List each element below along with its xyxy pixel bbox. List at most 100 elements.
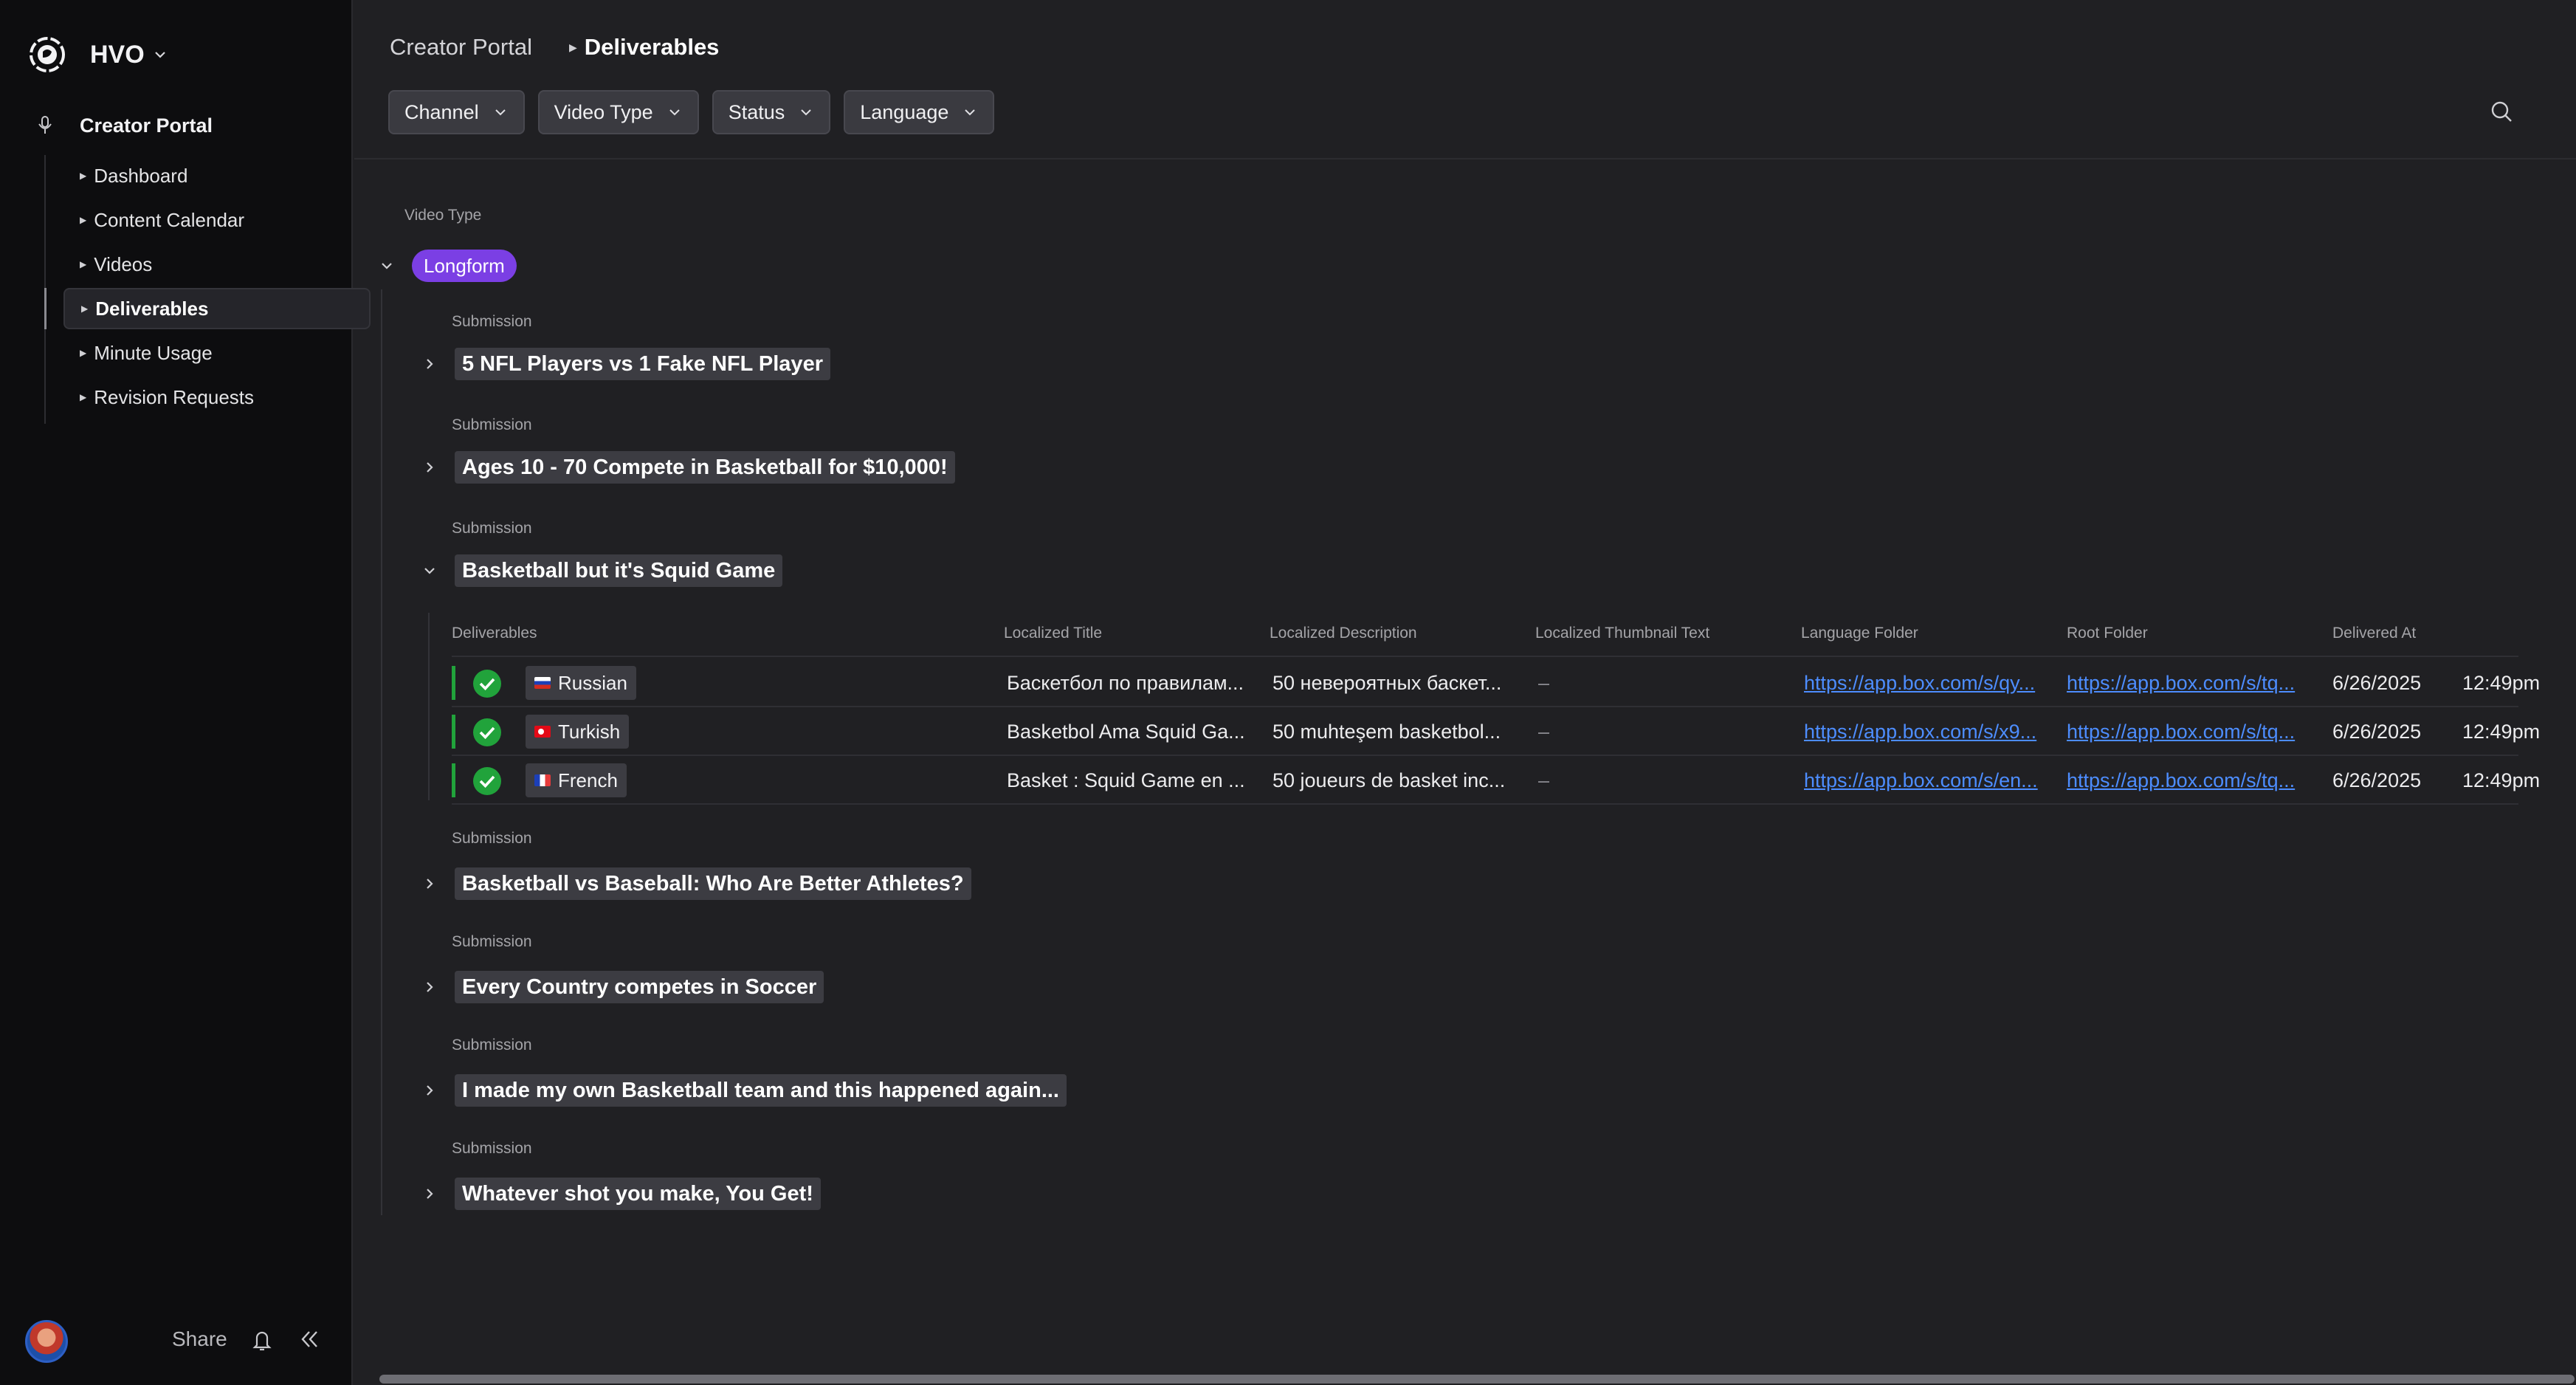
delivered-date: 6/26/2025: [2332, 721, 2422, 743]
sidebar-item-deliverables[interactable]: ▶ Deliverables: [63, 288, 371, 329]
chevron-down-icon: [669, 109, 680, 116]
localized-description: 50 joueurs de basket inc...: [1272, 769, 1506, 791]
sidebar-item-videos[interactable]: ▶ Videos: [63, 244, 371, 285]
filter-status[interactable]: Status: [712, 90, 831, 134]
submission-expand-toggle[interactable]: [415, 453, 444, 482]
root-folder-link[interactable]: https://app.box.com/s/tq...: [2067, 672, 2303, 695]
workspace-name: HVO: [90, 40, 145, 69]
check-circle-icon: [473, 767, 501, 795]
chevron-right-icon: [427, 1085, 433, 1096]
submission-expand-toggle[interactable]: [415, 972, 444, 1002]
column-header-localized-thumbnail-text: Localized Thumbnail Text: [1535, 625, 1710, 642]
chevron-down-icon: [801, 109, 811, 116]
delivered-date: 6/26/2025: [2332, 769, 2422, 791]
localized-thumbnail-text: –: [1538, 721, 1550, 743]
breadcrumb-current: Deliverables: [584, 34, 720, 60]
submission-title[interactable]: Whatever shot you make, You Get!: [455, 1178, 821, 1210]
submission-title[interactable]: Basketball but it's Squid Game: [455, 554, 783, 587]
submission-expand-toggle[interactable]: [415, 1179, 444, 1209]
status-stripe: [452, 666, 455, 700]
sidebar-item-label: Videos: [94, 252, 153, 275]
video-type-badge[interactable]: Longform: [412, 250, 517, 282]
nav-active-indicator: [44, 288, 47, 329]
search-icon[interactable]: [2489, 99, 2515, 126]
column-header-delivered-at: Delivered At: [2332, 625, 2417, 642]
localized-description: 50 muhteşem basketbol...: [1272, 721, 1501, 743]
app: HVO Creator Portal ▶ Dashboard ▶ Content: [0, 0, 2576, 1385]
submission-expand-toggle[interactable]: [415, 349, 444, 379]
root-folder-link[interactable]: https://app.box.com/s/tq...: [2067, 721, 2303, 743]
submission-row: Whatever shot you make, You Get!: [415, 1175, 821, 1212]
column-header-localized-title: Localized Title: [1004, 625, 1103, 642]
sidebar-item-minute-usage[interactable]: ▶ Minute Usage: [63, 332, 371, 374]
triangle-right-icon: ▶: [80, 171, 87, 181]
submission-title[interactable]: Basketball vs Baseball: Who Are Better A…: [455, 867, 971, 900]
submission-collapse-toggle[interactable]: [415, 556, 444, 585]
chevron-down-icon: [495, 109, 506, 116]
chevron-down-icon: [154, 52, 165, 58]
share-button[interactable]: Share: [172, 1327, 227, 1351]
avatar[interactable]: [25, 1320, 68, 1363]
filter-label: Language: [860, 100, 949, 123]
chevron-right-icon: [427, 982, 433, 992]
workspace-switcher[interactable]: HVO: [27, 32, 168, 77]
column-header-language-folder: Language Folder: [1801, 625, 1918, 642]
workspace-logo-icon: [30, 37, 65, 72]
status-stripe: [452, 763, 455, 797]
sidebar-item-revision-requests[interactable]: ▶ Revision Requests: [63, 377, 371, 418]
breadcrumb: Creator Portal ▶ Deliverables: [390, 34, 719, 61]
sidebar-item-dashboard[interactable]: ▶ Dashboard: [63, 155, 371, 196]
sidebar-footer: Share: [0, 1314, 353, 1366]
triangle-right-icon: ▶: [80, 348, 87, 358]
submission-row: Every Country competes in Soccer: [415, 969, 824, 1006]
turkey-flag-icon: [534, 726, 551, 738]
delivered-time: 12:49pm: [2462, 721, 2541, 743]
bell-icon[interactable]: [251, 1327, 273, 1353]
table-row[interactable]: Turkish Basketbol Ama Squid Ga... 50 muh…: [452, 707, 2540, 756]
chevron-down-icon: [382, 263, 392, 269]
filter-language[interactable]: Language: [844, 90, 995, 134]
submission-row: Basketball but it's Squid Game: [415, 552, 783, 589]
sidebar-item-label: Content Calendar: [94, 208, 245, 231]
collapse-sidebar-icon[interactable]: [297, 1327, 321, 1351]
language-tag: French: [526, 763, 627, 797]
table-row[interactable]: Russian Баскетбол по правилам... 50 неве…: [452, 659, 2540, 707]
submission-title[interactable]: Every Country competes in Soccer: [455, 971, 824, 1003]
table-row[interactable]: French Basket : Squid Game en ... 50 jou…: [452, 756, 2540, 805]
group-header-label: Video Type: [404, 207, 482, 224]
france-flag-icon: [534, 774, 551, 786]
delivered-date: 6/26/2025: [2332, 672, 2422, 694]
submission-expand-toggle[interactable]: [415, 869, 444, 898]
language-folder-link[interactable]: https://app.box.com/s/en...: [1804, 769, 2045, 792]
column-header-localized-description: Localized Description: [1270, 625, 1417, 642]
language-folder-link[interactable]: https://app.box.com/s/x9...: [1804, 721, 2045, 743]
sidebar-item-label: Minute Usage: [94, 341, 213, 364]
sidebar-item-content-calendar[interactable]: ▶ Content Calendar: [63, 199, 371, 241]
submission-row: Ages 10 - 70 Compete in Basketball for $…: [415, 449, 955, 486]
sidebar-section-creator-portal[interactable]: Creator Portal: [35, 111, 213, 140]
filter-video-type[interactable]: Video Type: [537, 90, 699, 134]
check-circle-icon: [473, 670, 501, 698]
submission-expand-toggle[interactable]: [415, 1076, 444, 1105]
filter-channel[interactable]: Channel: [388, 90, 525, 134]
submission-title[interactable]: 5 NFL Players vs 1 Fake NFL Player: [455, 348, 830, 380]
chevron-down-icon: [424, 568, 435, 574]
submission-title[interactable]: Ages 10 - 70 Compete in Basketball for $…: [455, 451, 955, 484]
submission-title[interactable]: I made my own Basketball team and this h…: [455, 1074, 1067, 1107]
filter-bar: Channel Video Type Status Language: [388, 90, 1008, 134]
localized-thumbnail-text: –: [1538, 672, 1550, 694]
sidebar-item-label: Deliverables: [95, 297, 209, 320]
breadcrumb-root[interactable]: Creator Portal: [390, 34, 532, 61]
language-folder-link[interactable]: https://app.box.com/s/qy...: [1804, 672, 2045, 695]
horizontal-scrollbar[interactable]: [379, 1375, 2575, 1384]
localized-title: Basket : Squid Game en ...: [1007, 769, 1245, 791]
root-folder-link[interactable]: https://app.box.com/s/tq...: [2067, 769, 2303, 792]
sidebar: HVO Creator Portal ▶ Dashboard ▶ Content: [0, 0, 371, 1385]
group-collapse-toggle[interactable]: [372, 251, 402, 281]
microphone-icon: [38, 116, 52, 134]
language-tag: Russian: [526, 666, 636, 700]
filter-label: Status: [728, 100, 785, 123]
localized-title: Basketbol Ama Squid Ga...: [1007, 721, 1245, 743]
chevron-down-icon: [965, 109, 976, 116]
submission-label: Submission: [452, 313, 532, 330]
